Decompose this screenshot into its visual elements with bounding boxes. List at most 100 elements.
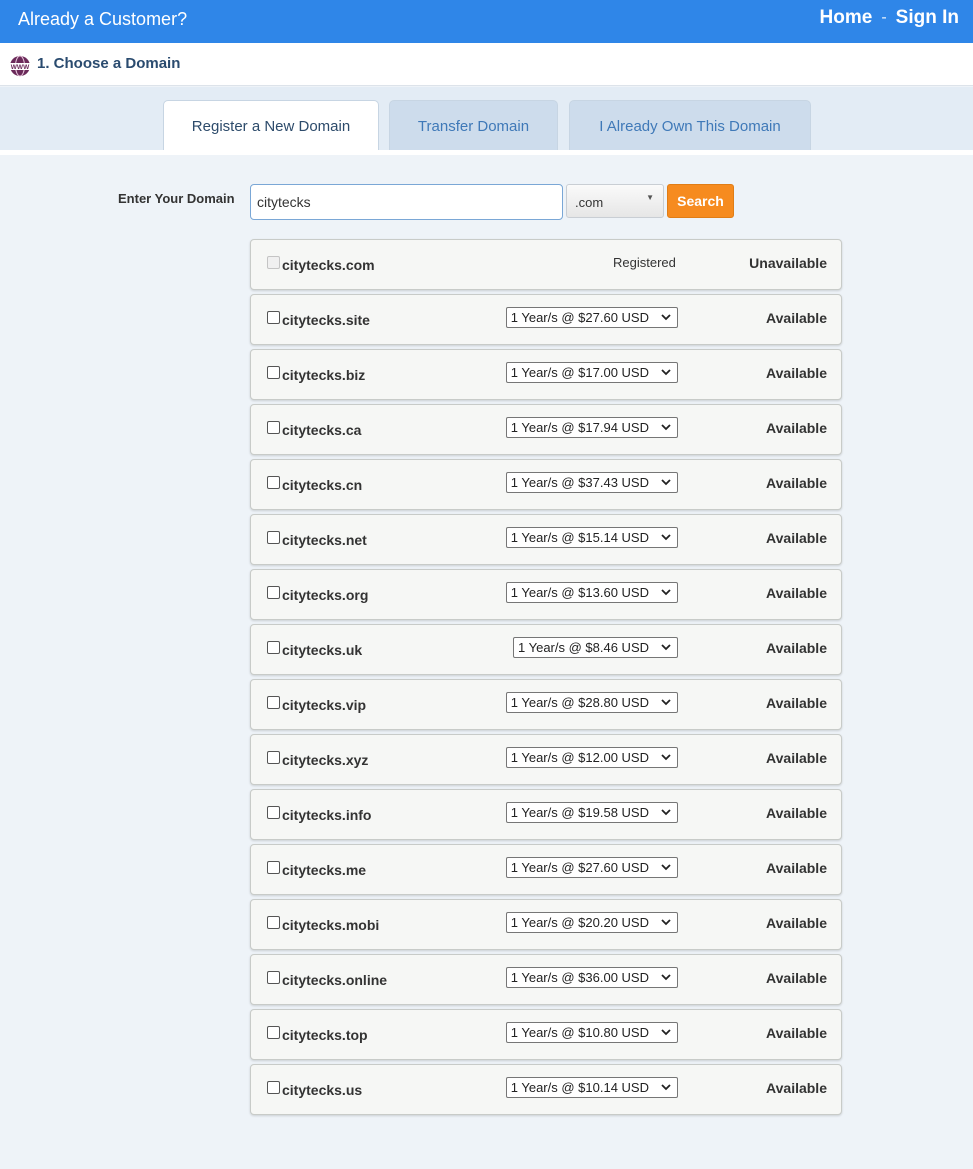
tld-select-value: .com (575, 195, 604, 210)
domain-result-row: citytecks.vip 1 Year/s @ $28.80 USD Avai… (250, 679, 842, 730)
search-button[interactable]: Search (667, 184, 734, 218)
availability-status: Available (766, 970, 827, 986)
domain-result-row: citytecks.top 1 Year/s @ $10.80 USD Avai… (250, 1009, 842, 1060)
domain-name: citytecks.us (282, 1082, 363, 1098)
domain-checkbox[interactable] (267, 476, 280, 489)
tld-select[interactable]: .com ▼ (566, 184, 664, 218)
domain-checkbox[interactable] (267, 806, 280, 819)
price-period-select[interactable]: 1 Year/s @ $12.00 USD (505, 747, 678, 768)
domain-checkbox[interactable] (267, 971, 280, 984)
availability-status: Unavailable (749, 255, 827, 271)
domain-name: citytecks.uk (282, 642, 363, 658)
domain-checkbox[interactable] (267, 311, 280, 324)
domain-checkbox[interactable] (267, 366, 280, 379)
availability-status: Available (766, 805, 827, 821)
chevron-down-icon (661, 1029, 671, 1036)
price-option: 1 Year/s @ $37.43 USD (510, 475, 649, 490)
price-option: 1 Year/s @ $27.60 USD (510, 860, 649, 875)
domain-name: citytecks.net (282, 532, 367, 548)
domain-checkbox (267, 256, 280, 269)
price-period-select[interactable]: 1 Year/s @ $37.43 USD (505, 472, 678, 493)
chevron-down-icon (661, 864, 671, 871)
domain-checkbox[interactable] (267, 421, 280, 434)
chevron-down-icon (661, 809, 671, 816)
chevron-down-icon (661, 644, 671, 651)
price-period-select[interactable]: 1 Year/s @ $15.14 USD (505, 527, 678, 548)
domain-checkbox[interactable] (267, 586, 280, 599)
price-period-select[interactable]: 1 Year/s @ $13.60 USD (505, 582, 678, 603)
price-period-select[interactable]: 1 Year/s @ $17.94 USD (505, 417, 678, 438)
domain-result-row: citytecks.us 1 Year/s @ $10.14 USD Avail… (250, 1064, 842, 1115)
domain-result-row: citytecks.mobi 1 Year/s @ $20.20 USD Ava… (250, 899, 842, 950)
step-header: WWW 1. Choose a Domain (0, 43, 973, 86)
domain-checkbox[interactable] (267, 531, 280, 544)
sign-in-link[interactable]: Sign In (896, 7, 959, 29)
price-period-select[interactable]: 1 Year/s @ $10.14 USD (505, 1077, 678, 1098)
availability-status: Available (766, 530, 827, 546)
price-option: 1 Year/s @ $28.80 USD (510, 695, 649, 710)
domain-checkbox[interactable] (267, 696, 280, 709)
domain-result-row: citytecks.info 1 Year/s @ $19.58 USD Ava… (250, 789, 842, 840)
domain-result-row: citytecks.online 1 Year/s @ $36.00 USD A… (250, 954, 842, 1005)
top-nav: Home - Sign In (820, 7, 959, 29)
domain-name: citytecks.vip (282, 697, 367, 713)
availability-status: Available (766, 695, 827, 711)
availability-status: Available (766, 475, 827, 491)
domain-name: citytecks.biz (282, 367, 366, 383)
price-period-select[interactable]: 1 Year/s @ $28.80 USD (505, 692, 678, 713)
domain-result-row: citytecks.uk 1 Year/s @ $8.46 USD Availa… (250, 624, 842, 675)
domain-result-row: citytecks.biz 1 Year/s @ $17.00 USD Avai… (250, 349, 842, 400)
domain-checkbox[interactable] (267, 751, 280, 764)
price-option: 1 Year/s @ $10.80 USD (510, 1025, 649, 1040)
domain-checkbox[interactable] (267, 861, 280, 874)
domain-name: citytecks.online (282, 972, 388, 988)
availability-status: Available (766, 750, 827, 766)
domain-checkbox[interactable] (267, 916, 280, 929)
domain-name: citytecks.org (282, 587, 369, 603)
home-link[interactable]: Home (820, 7, 873, 29)
svg-text:WWW: WWW (11, 64, 30, 71)
tab-content-divider (0, 150, 973, 155)
domain-name: citytecks.site (282, 312, 370, 328)
price-period-select[interactable]: 1 Year/s @ $36.00 USD (505, 967, 678, 988)
domain-name: citytecks.ca (282, 422, 362, 438)
domain-result-row: citytecks.org 1 Year/s @ $13.60 USD Avai… (250, 569, 842, 620)
tabs-bar: Register a New Domain Transfer Domain I … (0, 87, 973, 152)
chevron-down-icon (661, 479, 671, 486)
chevron-down-icon (661, 369, 671, 376)
price-period-select[interactable]: 1 Year/s @ $27.60 USD (505, 857, 678, 878)
already-customer-title: Already a Customer? (18, 9, 188, 29)
price-option: 1 Year/s @ $13.60 USD (510, 585, 649, 600)
chevron-down-icon (661, 754, 671, 761)
price-period-select[interactable]: 1 Year/s @ $27.60 USD (505, 307, 678, 328)
dropdown-caret-icon: ▼ (646, 193, 654, 202)
step-title: 1. Choose a Domain (37, 55, 181, 72)
tab-transfer-domain[interactable]: Transfer Domain (389, 100, 558, 151)
price-option: 1 Year/s @ $27.60 USD (510, 310, 649, 325)
tab-register-new-domain[interactable]: Register a New Domain (163, 100, 379, 152)
price-period-select[interactable]: 1 Year/s @ $19.58 USD (505, 802, 678, 823)
domain-checkbox[interactable] (267, 1026, 280, 1039)
domain-checkbox[interactable] (267, 641, 280, 654)
availability-status: Available (766, 915, 827, 931)
tab-already-own-domain[interactable]: I Already Own This Domain (569, 100, 811, 151)
domain-result-row: citytecks.cn 1 Year/s @ $37.43 USD Avail… (250, 459, 842, 510)
domain-checkbox[interactable] (267, 1081, 280, 1094)
price-period-select[interactable]: 1 Year/s @ $20.20 USD (505, 912, 678, 933)
chevron-down-icon (661, 534, 671, 541)
domain-results-list: citytecks.com Registered Unavailable cit… (250, 239, 842, 1119)
domain-name: citytecks.info (282, 807, 372, 823)
domain-name: citytecks.top (282, 1027, 368, 1043)
price-period-select[interactable]: 1 Year/s @ $10.80 USD (505, 1022, 678, 1043)
domain-search-input[interactable] (250, 184, 563, 220)
domain-name: citytecks.mobi (282, 917, 380, 933)
price-period-select[interactable]: 1 Year/s @ $8.46 USD (513, 637, 678, 658)
domain-result-row: citytecks.com Registered Unavailable (250, 239, 842, 290)
chevron-down-icon (661, 314, 671, 321)
domain-name: citytecks.me (282, 862, 367, 878)
domain-name: citytecks.com (282, 257, 375, 273)
price-period-select[interactable]: 1 Year/s @ $17.00 USD (505, 362, 678, 383)
price-option: 1 Year/s @ $17.00 USD (510, 365, 649, 380)
domain-result-row: citytecks.site 1 Year/s @ $27.60 USD Ava… (250, 294, 842, 345)
top-bar: Already a Customer? Home - Sign In (0, 0, 973, 43)
